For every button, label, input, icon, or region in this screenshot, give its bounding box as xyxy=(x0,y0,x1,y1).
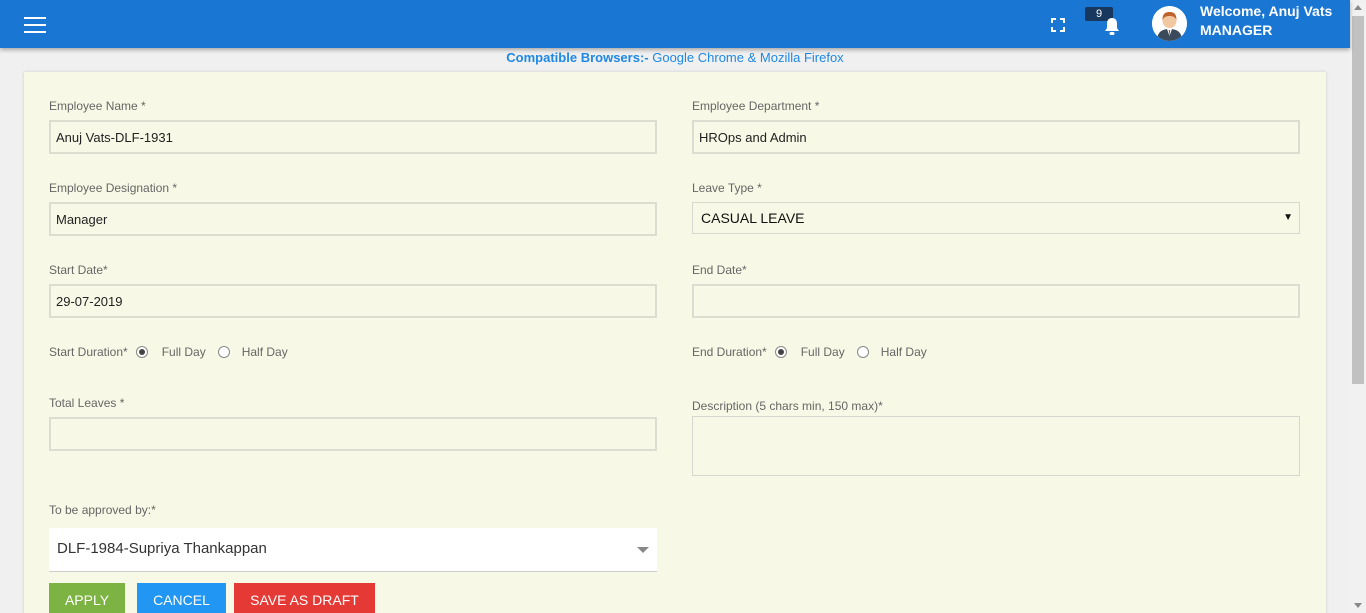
start-duration-half-day-label: Half Day xyxy=(241,345,288,359)
start-duration-label: Start Duration* xyxy=(49,345,128,359)
end-duration-full-day-label: Full Day xyxy=(800,345,845,359)
compatible-browsers-notice: Compatible Browsers:- Google Chrome & Mo… xyxy=(0,48,1350,66)
dropdown-arrow-icon: ▼ xyxy=(1283,212,1293,223)
top-navbar: 9 Welcome, Anuj Vats MANAGER xyxy=(0,0,1350,48)
end-date-input[interactable] xyxy=(692,284,1300,318)
chevron-down-icon xyxy=(637,547,649,553)
start-date-input[interactable] xyxy=(49,284,657,318)
end-duration-label: End Duration* xyxy=(692,345,767,359)
end-duration-group: End Duration* Full Day Half Day xyxy=(692,345,927,359)
employee-name-input[interactable] xyxy=(49,120,657,154)
hamburger-menu-icon[interactable] xyxy=(24,17,46,33)
employee-department-label: Employee Department * xyxy=(692,99,820,113)
end-duration-half-day-label: Half Day xyxy=(880,345,927,359)
compat-label: Compatible Browsers:- xyxy=(506,50,649,65)
start-duration-half-day-radio[interactable] xyxy=(217,346,230,358)
leave-type-label: Leave Type * xyxy=(692,181,762,195)
save-as-draft-button[interactable]: SAVE AS DRAFT xyxy=(234,583,375,613)
cancel-button[interactable]: CANCEL xyxy=(137,583,226,613)
welcome-block: Welcome, Anuj Vats MANAGER xyxy=(1200,2,1332,40)
start-date-label: Start Date* xyxy=(49,263,108,277)
start-duration-group: Start Duration* Full Day Half Day xyxy=(49,345,288,359)
employee-name-label: Employee Name * xyxy=(49,99,146,113)
scroll-up-arrow-icon[interactable] xyxy=(1354,5,1362,10)
compat-browsers: Google Chrome & Mozilla Firefox xyxy=(648,50,844,65)
notifications-button[interactable] xyxy=(1100,15,1124,37)
user-avatar-icon[interactable] xyxy=(1152,6,1187,41)
bell-icon xyxy=(1105,18,1119,35)
leave-type-select[interactable]: CASUAL LEAVE ▼ xyxy=(692,202,1300,234)
scrollbar-thumb[interactable] xyxy=(1352,16,1364,384)
user-role: MANAGER xyxy=(1200,22,1273,38)
approver-value: DLF-1984-Supriya Thankappan xyxy=(57,540,267,557)
end-duration-full-day-radio[interactable] xyxy=(774,346,787,358)
page-scrollbar[interactable] xyxy=(1350,0,1366,613)
fullscreen-icon[interactable] xyxy=(1051,18,1065,32)
description-label: Description (5 chars min, 150 max)* xyxy=(692,399,883,413)
leave-application-form: Employee Name * Employee Designation * S… xyxy=(24,72,1326,613)
employee-designation-label: Employee Designation * xyxy=(49,181,178,195)
employee-designation-input[interactable] xyxy=(49,202,657,236)
total-leaves-input[interactable] xyxy=(49,417,657,451)
end-duration-half-day-radio[interactable] xyxy=(856,346,869,358)
scroll-down-arrow-icon[interactable] xyxy=(1354,603,1362,608)
welcome-text: Welcome, Anuj Vats xyxy=(1200,3,1333,19)
start-duration-full-day-radio[interactable] xyxy=(135,346,148,358)
start-duration-full-day-label: Full Day xyxy=(161,345,206,359)
total-leaves-label: Total Leaves * xyxy=(49,396,125,410)
end-date-label: End Date* xyxy=(692,263,747,277)
leave-type-value: CASUAL LEAVE xyxy=(701,210,805,226)
apply-button[interactable]: APPLY xyxy=(49,583,125,613)
employee-department-input[interactable] xyxy=(692,120,1300,154)
approver-select[interactable]: DLF-1984-Supriya Thankappan xyxy=(49,528,657,572)
approver-label: To be approved by:* xyxy=(49,503,156,517)
description-textarea[interactable] xyxy=(692,416,1300,476)
